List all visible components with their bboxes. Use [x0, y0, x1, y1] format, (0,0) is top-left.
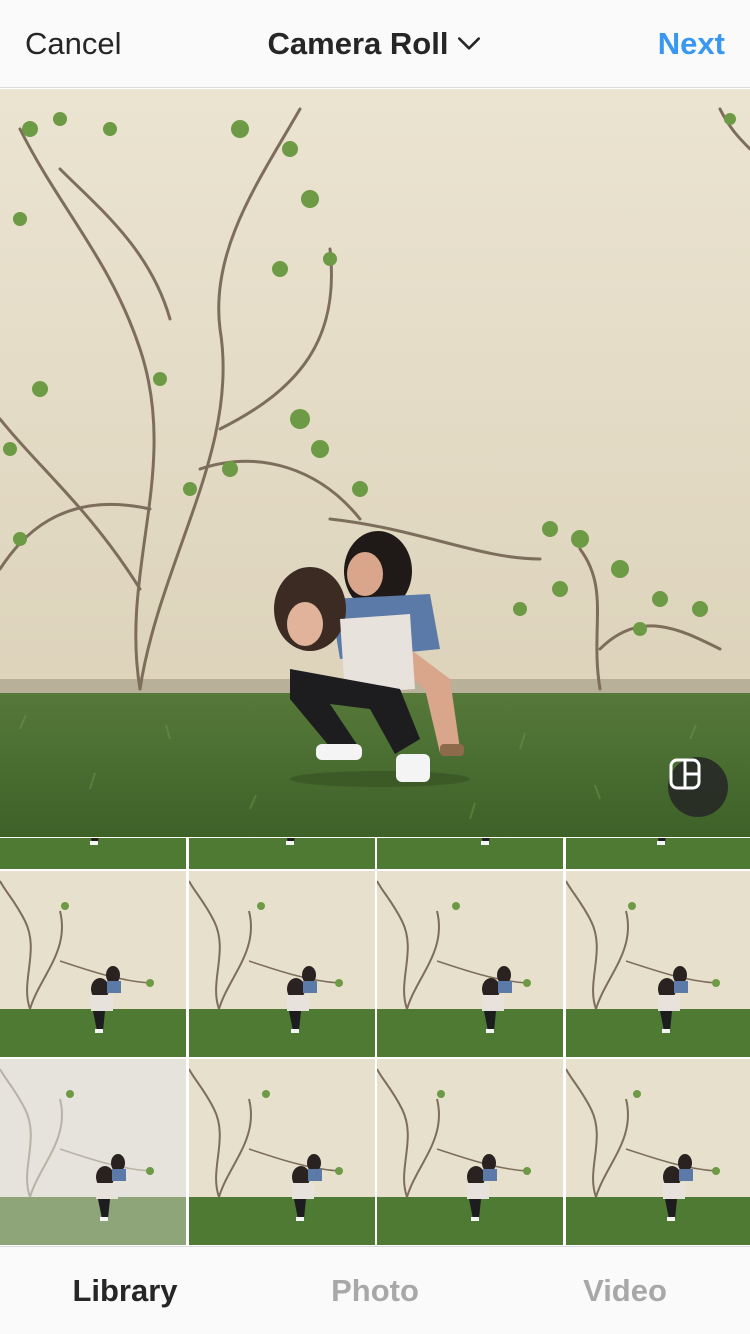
cancel-button[interactable]: Cancel — [25, 0, 122, 88]
thumbnail-image — [0, 838, 186, 869]
tab-photo[interactable]: Photo — [250, 1247, 500, 1334]
photo-thumbnail[interactable] — [566, 871, 750, 1057]
thumbnail-image — [377, 1059, 564, 1245]
photo-thumbnail[interactable] — [0, 1059, 186, 1245]
thumbnail-image — [377, 838, 564, 869]
thumbnail-image — [566, 1059, 750, 1245]
chevron-down-icon — [458, 36, 481, 50]
thumbnail-image — [566, 871, 750, 1057]
next-button[interactable]: Next — [658, 0, 725, 88]
album-title: Camera Roll — [267, 25, 449, 61]
photo-thumbnail[interactable] — [566, 838, 750, 869]
photo-thumbnail[interactable] — [566, 1059, 750, 1245]
bottom-tab-bar: Library Photo Video — [0, 1246, 750, 1334]
photo-thumbnail[interactable] — [0, 871, 186, 1057]
photo-grid — [0, 838, 750, 1246]
photo-thumbnail[interactable] — [377, 871, 564, 1057]
photo-thumbnail[interactable] — [188, 871, 375, 1057]
thumbnail-image — [377, 871, 564, 1057]
tab-library[interactable]: Library — [0, 1247, 250, 1334]
layout-expand-button[interactable] — [668, 757, 728, 817]
layout-expand-icon — [669, 758, 701, 790]
photo-thumbnail[interactable] — [0, 838, 186, 869]
photo-thumbnail[interactable] — [188, 1059, 375, 1245]
top-bar: Cancel Camera Roll Next — [0, 0, 750, 88]
thumbnail-image — [188, 871, 375, 1057]
album-selector[interactable]: Camera Roll — [268, 26, 483, 62]
tab-video[interactable]: Video — [500, 1247, 750, 1334]
photo-thumbnail[interactable] — [188, 838, 375, 869]
thumbnail-image — [0, 871, 186, 1057]
thumbnail-image — [188, 838, 375, 869]
photo-thumbnail[interactable] — [377, 838, 564, 869]
selected-photo-preview[interactable] — [0, 89, 750, 837]
thumbnail-image — [0, 1059, 186, 1245]
thumbnail-image — [566, 838, 750, 869]
photo-thumbnail[interactable] — [377, 1059, 564, 1245]
thumbnail-image — [188, 1059, 375, 1245]
preview-photo — [0, 89, 750, 837]
